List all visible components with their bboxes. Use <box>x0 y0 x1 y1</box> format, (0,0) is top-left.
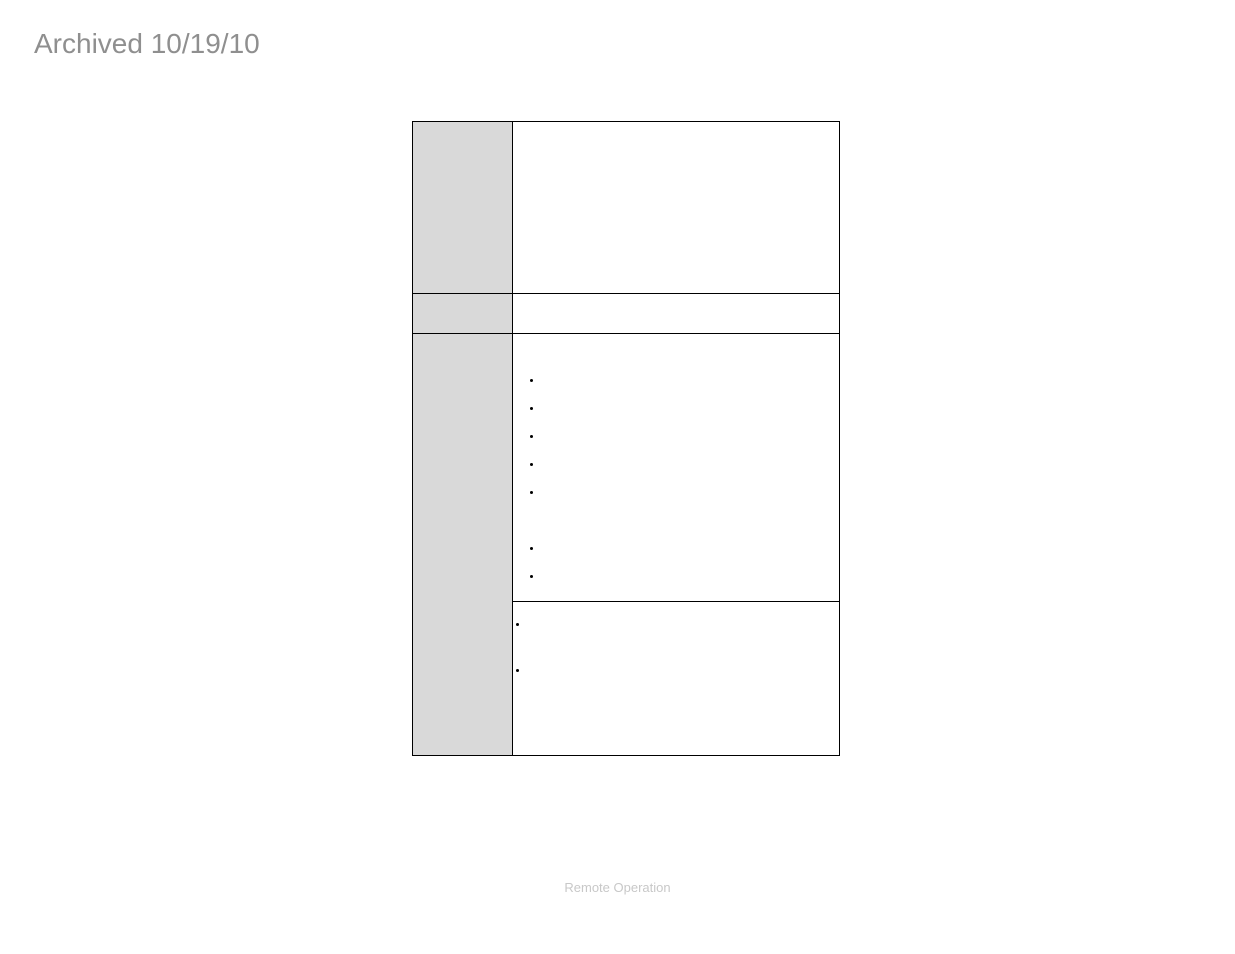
bullet-list <box>513 334 839 600</box>
list-item <box>543 572 839 600</box>
content-cell <box>513 334 840 602</box>
table-row <box>413 122 840 294</box>
list-item <box>543 432 839 460</box>
document-table <box>412 121 840 755</box>
table-row <box>413 334 840 602</box>
archived-watermark: Archived 10/19/10 <box>34 28 260 60</box>
label-cell <box>413 122 513 294</box>
label-cell <box>413 334 513 756</box>
list-item <box>543 404 839 432</box>
table-row <box>413 294 840 334</box>
list-item <box>529 666 839 694</box>
content-cell <box>513 294 840 334</box>
list-item <box>543 544 839 572</box>
bullet-list <box>513 602 839 694</box>
list-item <box>543 488 839 516</box>
footer-label: Remote Operation <box>0 880 1235 895</box>
label-cell <box>413 294 513 334</box>
list-item <box>529 620 839 648</box>
main-table <box>412 121 840 756</box>
list-item <box>543 460 839 488</box>
content-cell <box>513 122 840 294</box>
content-cell <box>513 602 840 756</box>
list-item <box>543 376 839 404</box>
